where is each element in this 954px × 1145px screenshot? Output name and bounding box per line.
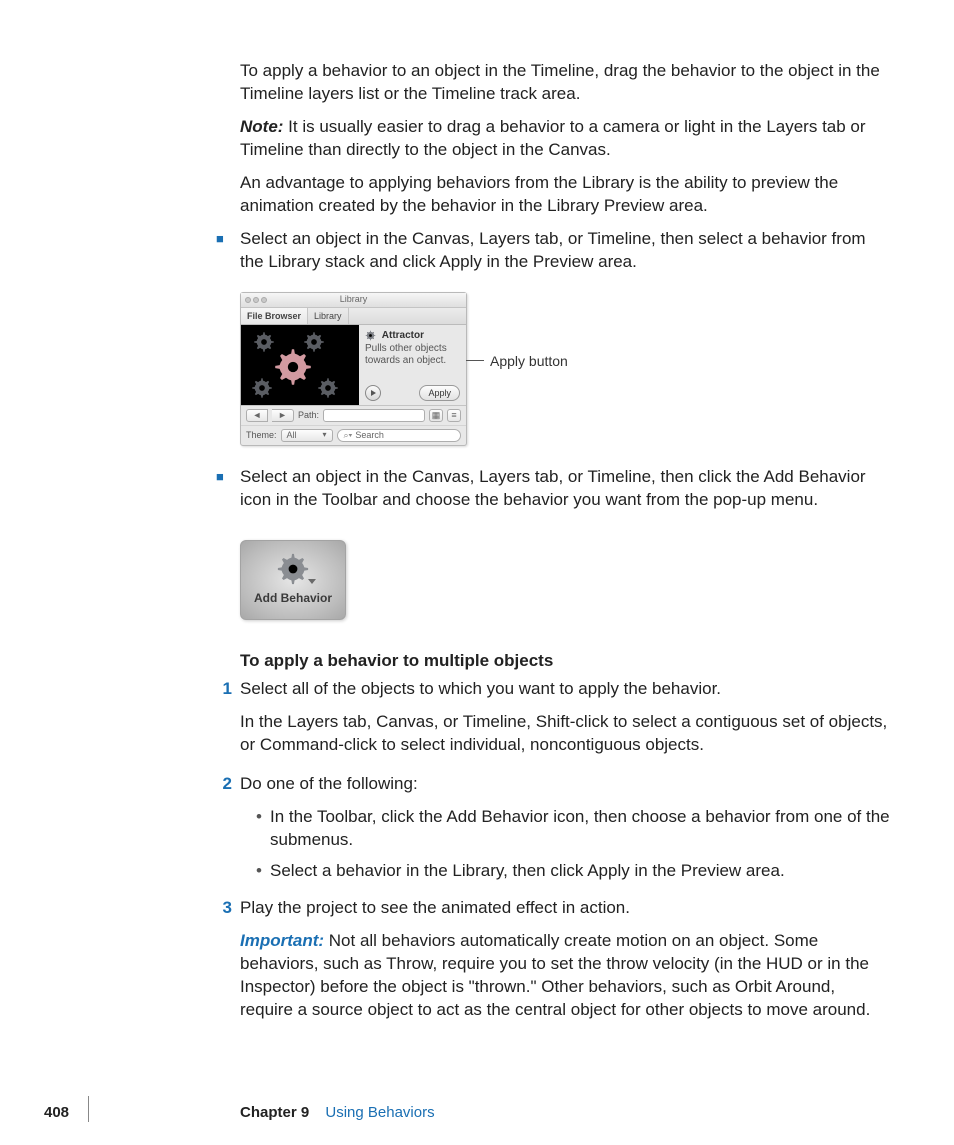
library-figure: Library File Browser Library [240, 292, 890, 446]
view-list-button[interactable]: ≡ [447, 409, 461, 422]
apply-button[interactable]: Apply [419, 385, 460, 401]
step-number: 1 [216, 678, 240, 700]
behavior-name: Attractor [382, 330, 424, 341]
bullet-marker: ■ [216, 466, 240, 488]
search-input[interactable]: Search [337, 429, 461, 442]
important-text: Not all behaviors automatically create m… [240, 931, 870, 1019]
behavior-description: Pulls other objects towards an object. [365, 343, 460, 367]
bullet-marker: ■ [216, 228, 240, 250]
path-label: Path: [298, 409, 319, 421]
callout-label: Apply button [490, 352, 568, 371]
tab-file-browser[interactable]: File Browser [241, 308, 308, 324]
bullet-item: ■ Select an object in the Canvas, Layers… [240, 228, 890, 460]
step-text: In the Layers tab, Canvas, or Timeline, … [240, 711, 890, 757]
paragraph: To apply a behavior to an object in the … [240, 60, 890, 106]
note-label: Note: [240, 117, 283, 136]
bullet-marker: • [256, 806, 270, 829]
library-titlebar: Library [241, 293, 466, 308]
callout-line [466, 360, 484, 361]
note-text: It is usually easier to drag a behavior … [240, 117, 866, 159]
window-controls [245, 297, 267, 303]
step-item: 3 Play the project to see the animated e… [240, 897, 890, 1032]
gear-icon [273, 347, 313, 387]
path-field[interactable] [323, 409, 425, 422]
footer-divider [88, 1096, 89, 1122]
step-number: 3 [216, 897, 240, 919]
step-text: Play the project to see the animated eff… [240, 897, 890, 920]
important-paragraph: Important: Not all behaviors automatical… [240, 930, 890, 1022]
page-number: 408 [44, 1103, 69, 1123]
library-title: Library [340, 293, 368, 305]
step-item: 1 Select all of the objects to which you… [240, 678, 890, 767]
section-heading: To apply a behavior to multiple objects [240, 650, 890, 673]
bullet-text: Select an object in the Canvas, Layers t… [240, 228, 890, 274]
document-content: To apply a behavior to an object in the … [240, 60, 890, 1032]
add-behavior-button[interactable]: Add Behavior [240, 540, 346, 620]
gear-icon [276, 552, 310, 586]
step-number: 2 [216, 773, 240, 795]
play-button[interactable] [365, 385, 381, 401]
bullet-text: Select an object in the Canvas, Layers t… [240, 466, 890, 512]
nav-back-button[interactable]: ◄ [246, 409, 268, 422]
library-preview-area [241, 325, 359, 405]
paragraph: An advantage to applying behaviors from … [240, 172, 890, 218]
chapter-title: Using Behaviors [325, 1104, 434, 1121]
view-icon-button[interactable]: ▦ [429, 409, 443, 422]
theme-label: Theme: [246, 429, 277, 441]
step-item: 2 Do one of the following: • In the Tool… [240, 773, 890, 891]
nav-forward-button[interactable]: ► [272, 409, 294, 422]
sub-bullet-item: • Select a behavior in the Library, then… [256, 860, 890, 883]
chapter-number: Chapter 9 [240, 1104, 309, 1121]
gear-icon [251, 377, 273, 399]
step-text: Select all of the objects to which you w… [240, 678, 890, 701]
important-label: Important: [240, 931, 324, 950]
library-panel: Library File Browser Library [240, 292, 467, 446]
add-behavior-figure: Add Behavior [240, 540, 346, 620]
sub-bullet-item: • In the Toolbar, click the Add Behavior… [256, 806, 890, 852]
gear-icon [317, 377, 339, 399]
gear-icon [365, 330, 376, 341]
note-paragraph: Note: It is usually easier to drag a beh… [240, 116, 890, 162]
sub-bullet-text: Select a behavior in the Library, then c… [270, 860, 785, 883]
bullet-marker: • [256, 860, 270, 883]
library-side-panel: Attractor Pulls other objects towards an… [359, 325, 466, 405]
sub-bullet-text: In the Toolbar, click the Add Behavior i… [270, 806, 890, 852]
gear-icon [253, 331, 275, 353]
bullet-item: ■ Select an object in the Canvas, Layers… [240, 466, 890, 628]
chapter-reference: Chapter 9 Using Behaviors [240, 1103, 435, 1123]
step-text: Do one of the following: [240, 773, 890, 796]
theme-dropdown[interactable]: All [281, 429, 333, 442]
tab-library[interactable]: Library [308, 308, 349, 324]
add-behavior-label: Add Behavior [254, 590, 332, 606]
